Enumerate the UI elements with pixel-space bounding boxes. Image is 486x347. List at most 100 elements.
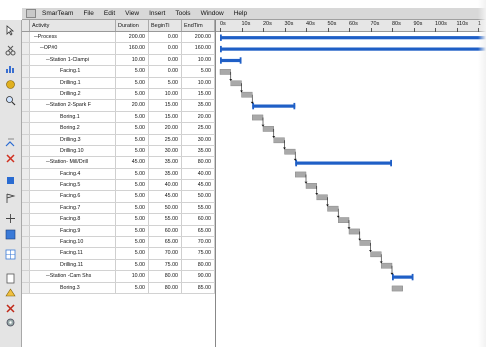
duration-cell[interactable]: 5.00 [116,145,149,157]
column-header-activity[interactable]: Activity [30,20,116,31]
activity-cell[interactable]: Boring.2 [30,123,116,134]
activity-cell[interactable]: Facing.4 [30,168,116,180]
task-bar[interactable] [359,240,371,246]
end-cell[interactable]: 35.00 [182,100,215,111]
begin-cell[interactable]: 0.00 [149,66,182,77]
select-icon[interactable] [4,24,17,37]
summary-bar-end[interactable] [390,159,392,167]
activity-cell[interactable]: Drilling.1 [30,77,116,88]
menu-edit[interactable]: Edit [104,10,115,17]
activity-cell[interactable]: Drilling.11 [30,259,116,271]
menu-file[interactable]: File [83,10,93,17]
begin-cell[interactable]: 35.00 [149,168,182,180]
table-row[interactable]: Drilling.10 5.00 30.00 35.00 [22,145,215,158]
row-number[interactable] [22,259,30,271]
end-cell[interactable]: 75.00 [182,248,215,259]
begin-cell[interactable]: 70.00 [149,248,182,259]
flag-icon[interactable] [4,192,17,205]
duration-cell[interactable]: 5.00 [116,282,149,293]
row-number[interactable] [22,66,30,77]
end-cell[interactable]: 85.00 [182,282,215,293]
duration-cell[interactable]: 20.00 [116,100,149,111]
row-number[interactable] [22,88,30,100]
row-number[interactable] [22,100,30,111]
activity-cell[interactable]: ─Process [30,32,116,43]
begin-cell[interactable]: 0.00 [149,43,182,54]
row-number[interactable] [22,32,30,43]
summary-bar[interactable] [295,161,392,165]
table-row[interactable]: Drilling.1 5.00 5.00 10.00 [22,77,215,89]
duration-cell[interactable]: 10.00 [116,271,149,282]
row-number[interactable] [22,111,30,123]
end-cell[interactable]: 30.00 [182,134,215,145]
duration-cell[interactable]: 5.00 [116,214,149,225]
row-number[interactable] [22,180,30,191]
row-number[interactable] [22,282,30,293]
duration-cell[interactable]: 5.00 [116,191,149,202]
end-cell[interactable]: 80.00 [182,157,215,168]
end-cell[interactable]: 10.00 [182,77,215,88]
duration-cell[interactable]: 5.00 [116,237,149,248]
duration-cell[interactable]: 5.00 [116,134,149,145]
link-icon[interactable] [4,136,17,149]
row-number[interactable] [22,202,30,214]
end-cell[interactable]: 25.00 [182,123,215,134]
system-menu-icon[interactable] [26,9,36,18]
column-header-end[interactable]: EndTim [182,20,215,31]
duration-cell[interactable]: 10.00 [116,54,149,66]
summary-bar-start[interactable] [252,102,255,110]
row-number[interactable] [22,43,30,54]
task-bar[interactable] [252,114,264,121]
summary-bar[interactable] [252,104,296,108]
end-cell[interactable]: 200.00 [182,32,215,43]
activity-cell[interactable]: ─Station- Mill/Drill [30,157,116,168]
page-icon[interactable] [4,272,17,285]
activity-cell[interactable]: Facing.6 [30,191,116,202]
node-icon[interactable] [4,174,17,187]
row-number[interactable] [22,123,30,134]
activity-cell[interactable]: Drilling.2 [30,88,116,100]
summary-bar-start[interactable] [295,159,298,167]
begin-cell[interactable]: 80.00 [149,271,182,282]
begin-cell[interactable]: 50.00 [149,202,182,214]
summary-bar[interactable] [220,47,486,51]
end-cell[interactable]: 10.00 [182,54,215,66]
begin-cell[interactable]: 55.00 [149,214,182,225]
begin-cell[interactable]: 15.00 [149,100,182,111]
begin-cell[interactable]: 65.00 [149,237,182,248]
table-row[interactable]: Facing.5 5.00 40.00 45.00 [22,180,215,192]
end-cell[interactable]: 45.00 [182,180,215,191]
duration-cell[interactable]: 5.00 [116,202,149,214]
activity-cell[interactable]: Facing.9 [30,225,116,237]
table-row[interactable]: Drilling.3 5.00 25.00 30.00 [22,134,215,146]
duration-cell[interactable]: 5.00 [116,225,149,237]
row-number[interactable] [22,225,30,237]
end-cell[interactable]: 50.00 [182,191,215,202]
activity-cell[interactable]: Boring.1 [30,111,116,123]
table-row[interactable]: Facing.10 5.00 65.00 70.00 [22,237,215,249]
end-cell[interactable]: 5.00 [182,66,215,77]
row-number[interactable] [22,237,30,248]
duration-cell[interactable]: 5.00 [116,111,149,123]
duration-cell[interactable]: 5.00 [116,77,149,88]
table-row[interactable]: Boring.1 5.00 15.00 20.00 [22,111,215,124]
menu-help[interactable]: Help [234,10,247,17]
summary-bar[interactable] [392,275,414,279]
table-row[interactable]: ─OP#0 160.00 0.00 160.00 [22,43,215,55]
move-icon[interactable] [4,212,17,225]
end-cell[interactable]: 90.00 [182,271,215,282]
task-bar[interactable] [370,251,382,258]
activity-cell[interactable]: Boring.3 [30,282,116,293]
menu-smarteam[interactable]: SmarTeam [42,10,73,17]
summary-bar-start[interactable] [220,57,222,64]
activity-cell[interactable]: Facing.7 [30,202,116,214]
begin-cell[interactable]: 40.00 [149,180,182,191]
duration-cell[interactable]: 5.00 [116,248,149,259]
task-bar[interactable] [273,137,285,144]
summary-bar-start[interactable] [220,34,222,41]
activity-cell[interactable]: Facing.8 [30,214,116,225]
table-row[interactable]: Boring.2 5.00 20.00 25.00 [22,123,215,135]
row-number[interactable] [22,157,30,168]
duration-cell[interactable]: 160.00 [116,43,149,54]
table-row[interactable]: Boring.3 5.00 80.00 85.00 [22,282,215,294]
